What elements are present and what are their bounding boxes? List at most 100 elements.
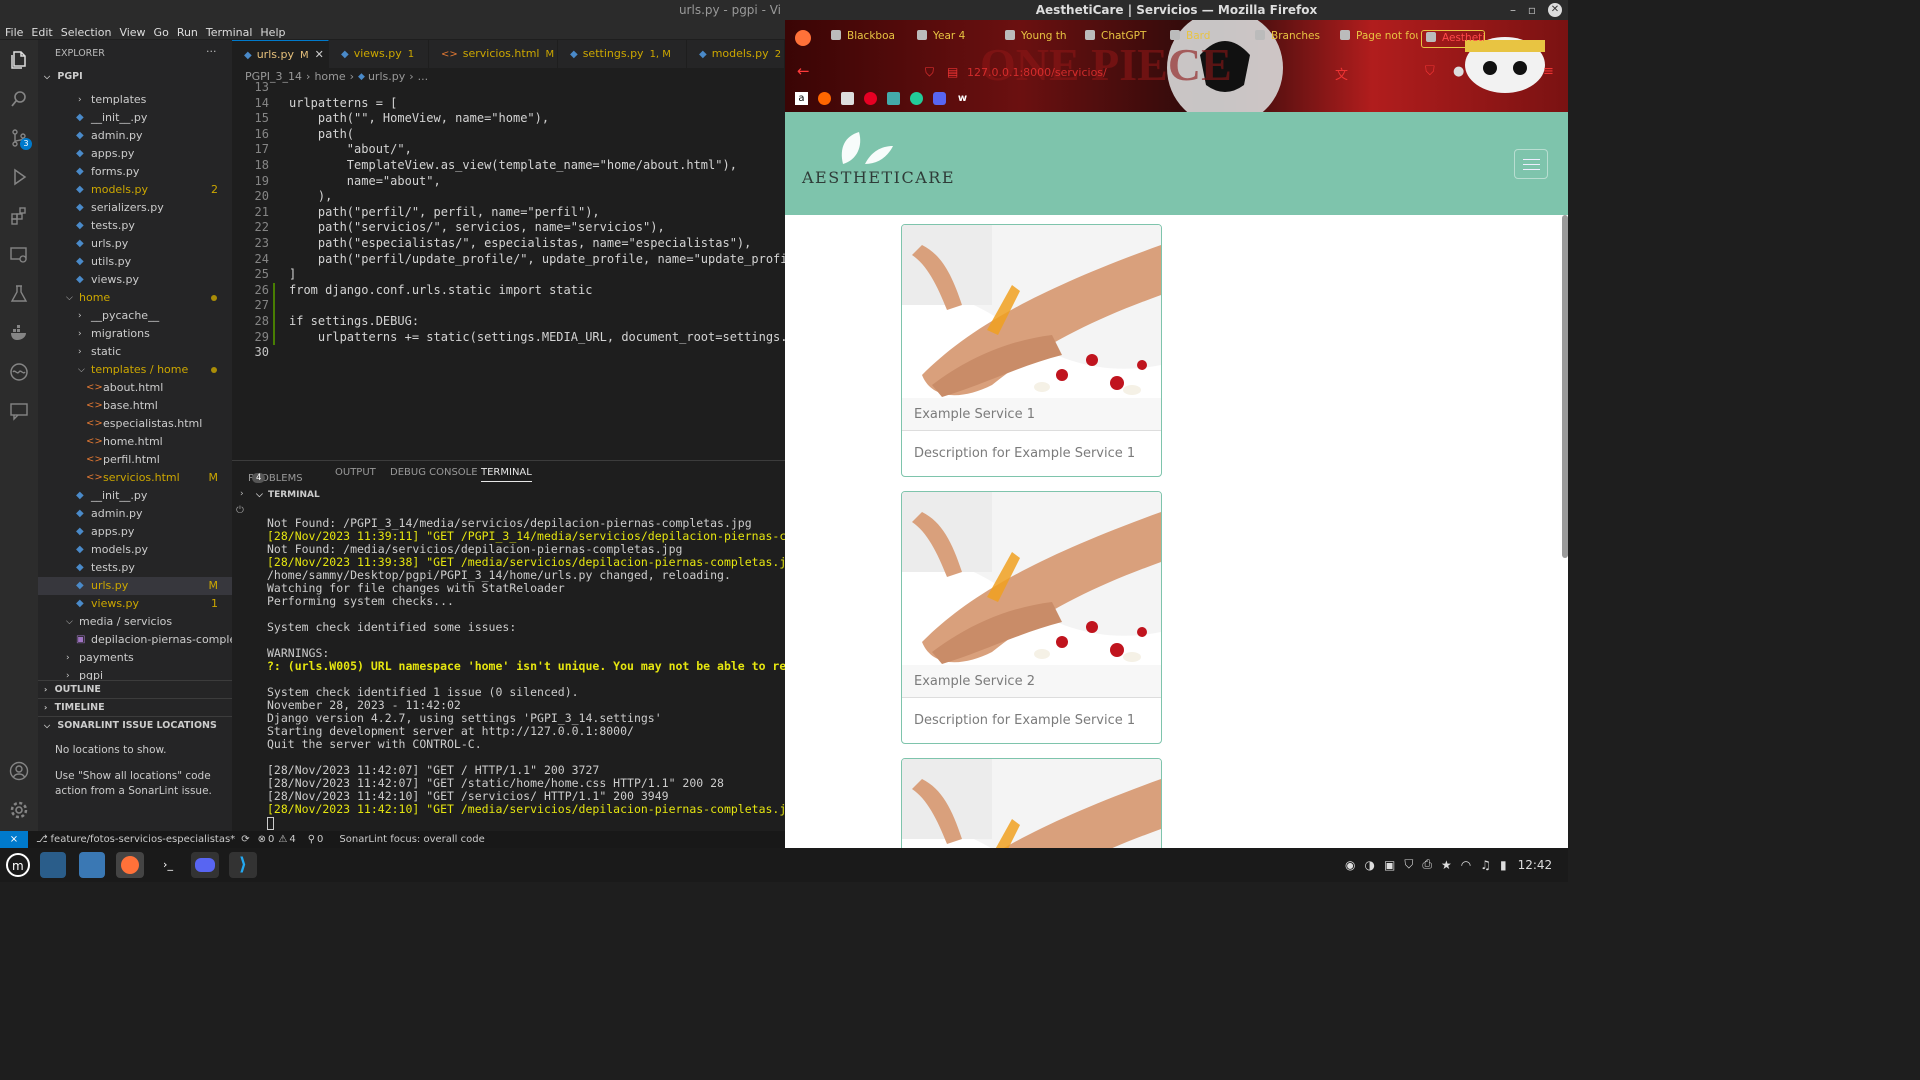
folder-app-icon[interactable] bbox=[79, 852, 105, 878]
file-tree-item[interactable]: › payments bbox=[38, 649, 232, 667]
page-scrollbar[interactable] bbox=[1562, 215, 1568, 558]
file-tree-item[interactable]: <> perfil.html bbox=[38, 451, 232, 469]
file-tree-item[interactable]: ◆ admin.py bbox=[38, 505, 232, 523]
file-tree-item[interactable]: <> servicios.html M bbox=[38, 469, 232, 487]
explorer-more-icon[interactable]: ··· bbox=[206, 45, 217, 58]
menu-run[interactable]: Run bbox=[177, 26, 198, 39]
file-tree-item[interactable]: ◆ __init__.py bbox=[38, 487, 232, 505]
pinterest-bookmark-icon[interactable] bbox=[864, 92, 877, 105]
breadcrumb-item[interactable]: urls.py bbox=[368, 68, 405, 86]
file-tree-item[interactable]: ◆ serializers.py bbox=[38, 199, 232, 217]
settings-gear-icon[interactable] bbox=[9, 800, 29, 820]
file-tree-item[interactable]: ▣ depilacion-piernas-completa... bbox=[38, 631, 258, 649]
account-icon[interactable] bbox=[9, 761, 29, 781]
editor-tab[interactable]: ◆ views.py 1 bbox=[329, 40, 429, 68]
wikipedia-bookmark-icon[interactable]: w bbox=[956, 92, 969, 105]
outline-section[interactable]: › OUTLINE bbox=[38, 680, 232, 698]
file-tree-item[interactable]: ◆ apps.py bbox=[38, 523, 232, 541]
testing-icon[interactable] bbox=[9, 284, 29, 304]
pocket-icon[interactable]: ⛉ bbox=[1425, 64, 1435, 79]
vscode-app-icon[interactable]: ⟩ bbox=[229, 852, 257, 878]
docker-icon[interactable] bbox=[9, 323, 29, 343]
mint-menu-icon[interactable]: m bbox=[4, 852, 32, 878]
menu-file[interactable]: File bbox=[5, 26, 23, 39]
battery-tray-icon[interactable]: ▮ bbox=[1500, 858, 1507, 872]
discord-tray-icon[interactable]: ◉ bbox=[1345, 858, 1355, 872]
file-tree-item[interactable]: › __pycache__ bbox=[38, 307, 232, 325]
menu-go[interactable]: Go bbox=[154, 26, 169, 39]
sync-icon[interactable]: ⟳ bbox=[241, 834, 249, 845]
breadcrumb-item[interactable]: ... bbox=[418, 68, 429, 86]
file-tree-item[interactable]: ◆ forms.py bbox=[38, 163, 232, 181]
brand-name[interactable]: AESTHETICARE bbox=[802, 168, 955, 187]
file-tree-item[interactable]: › migrations bbox=[38, 325, 232, 343]
remote-indicator-icon[interactable]: ⨯ bbox=[0, 831, 28, 848]
branch-name[interactable]: feature/fotos-servicios-especialistas* bbox=[51, 834, 236, 845]
remote-explorer-icon[interactable] bbox=[9, 245, 29, 265]
service-card[interactable]: Example Service 1 Description for Example… bbox=[901, 224, 1162, 477]
file-tree-item[interactable]: ◆ tests.py bbox=[38, 559, 232, 577]
navbar-toggler-button[interactable] bbox=[1514, 149, 1548, 179]
file-tree-item[interactable]: › static bbox=[38, 343, 232, 361]
editor-tab[interactable]: ◆ models.py 2 bbox=[687, 40, 785, 68]
bookmark-icon[interactable] bbox=[887, 92, 900, 105]
ports-count[interactable]: 0 bbox=[317, 834, 323, 845]
browser-tab[interactable]: Blackboa bbox=[831, 30, 909, 48]
discord-app-icon[interactable] bbox=[191, 852, 219, 878]
firefox-taskbar-icon[interactable] bbox=[116, 852, 144, 878]
bookmark-icon[interactable] bbox=[818, 92, 831, 105]
timeline-section[interactable]: › TIMELINE bbox=[38, 698, 232, 716]
terminal-section-header[interactable]: ⌵ TERMINAL bbox=[256, 490, 320, 500]
file-tree-item[interactable]: ◆ __init__.py bbox=[38, 109, 232, 127]
editor-tab[interactable]: <> servicios.html M bbox=[429, 40, 558, 68]
editor-tab[interactable]: ◆ urls.py M ✕ bbox=[232, 40, 329, 68]
printer-tray-icon[interactable]: ⎙ bbox=[1422, 857, 1432, 872]
panel-tab-terminal[interactable]: TERMINAL bbox=[481, 467, 532, 482]
error-count[interactable]: 0 bbox=[268, 834, 274, 845]
close-icon[interactable]: ✕ bbox=[1548, 3, 1562, 17]
comments-icon[interactable] bbox=[9, 401, 29, 421]
file-tree-item[interactable]: <> home.html bbox=[38, 433, 232, 451]
shield-icon[interactable]: ⛉ bbox=[925, 65, 934, 80]
files-app-icon[interactable] bbox=[40, 852, 66, 878]
chevron-right-icon[interactable]: › bbox=[240, 489, 244, 499]
file-tree-item[interactable]: ◆ views.py 1 bbox=[38, 595, 232, 613]
warning-count[interactable]: 4 bbox=[289, 834, 295, 845]
code-editor[interactable]: 13 14 urlpatterns = [15 path("", HomeView,… bbox=[232, 80, 785, 359]
menu-view[interactable]: View bbox=[119, 26, 145, 39]
sonarlint-icon[interactable] bbox=[9, 362, 29, 382]
service-card[interactable]: Example Service 2 Description for Example… bbox=[901, 491, 1162, 744]
menu-selection[interactable]: Selection bbox=[61, 26, 112, 39]
account-icon[interactable]: ● bbox=[1453, 64, 1464, 79]
sonarlint-focus[interactable]: SonarLint focus: overall code bbox=[339, 834, 484, 845]
extensions-icon[interactable] bbox=[9, 206, 29, 226]
bookmark-icon[interactable] bbox=[841, 92, 854, 105]
file-tree-item[interactable]: ⌵ home bbox=[38, 289, 232, 307]
bookmark-icon[interactable] bbox=[933, 92, 946, 105]
file-tree-item[interactable]: ◆ urls.py bbox=[38, 235, 232, 253]
file-tree-item[interactable]: <> base.html bbox=[38, 397, 232, 415]
page-info-icon[interactable]: ▤ bbox=[947, 65, 958, 79]
file-tree-item[interactable]: ◆ admin.py bbox=[38, 127, 232, 145]
menu-terminal[interactable]: Terminal bbox=[206, 26, 253, 39]
panel-tab-debug-console[interactable]: DEBUG CONSOLE bbox=[390, 467, 478, 478]
file-tree-item[interactable]: ◆ utils.py bbox=[38, 253, 232, 271]
bookmark-icon[interactable] bbox=[910, 92, 923, 105]
file-tree-item[interactable]: › templates bbox=[38, 91, 232, 109]
run-debug-icon[interactable] bbox=[9, 167, 29, 187]
browser-tab[interactable]: Branches bbox=[1255, 30, 1333, 48]
menu-edit[interactable]: Edit bbox=[31, 26, 52, 39]
close-tab-icon[interactable]: ✕ bbox=[315, 48, 324, 61]
back-arrow-icon[interactable]: ← bbox=[797, 62, 810, 80]
maximize-icon[interactable]: ▫ bbox=[1528, 0, 1536, 20]
project-root[interactable]: ⌵ PGPI bbox=[38, 68, 232, 86]
panel-tab-output[interactable]: OUTPUT bbox=[335, 467, 376, 478]
minimize-icon[interactable]: – bbox=[1510, 0, 1516, 20]
file-tree-item[interactable]: ◆ urls.py M bbox=[38, 577, 232, 595]
terminal-output[interactable]: Not Found: /PGPI_3_14/media/servicios/de… bbox=[267, 517, 785, 816]
file-tree-item[interactable]: <> especialistas.html bbox=[38, 415, 232, 433]
clipboard-tray-icon[interactable]: ▣ bbox=[1384, 858, 1395, 872]
file-tree-item[interactable]: ◆ apps.py bbox=[38, 145, 232, 163]
browser-tab[interactable]: Year 4 bbox=[917, 30, 995, 48]
clock[interactable]: 12:42 bbox=[1518, 858, 1553, 872]
